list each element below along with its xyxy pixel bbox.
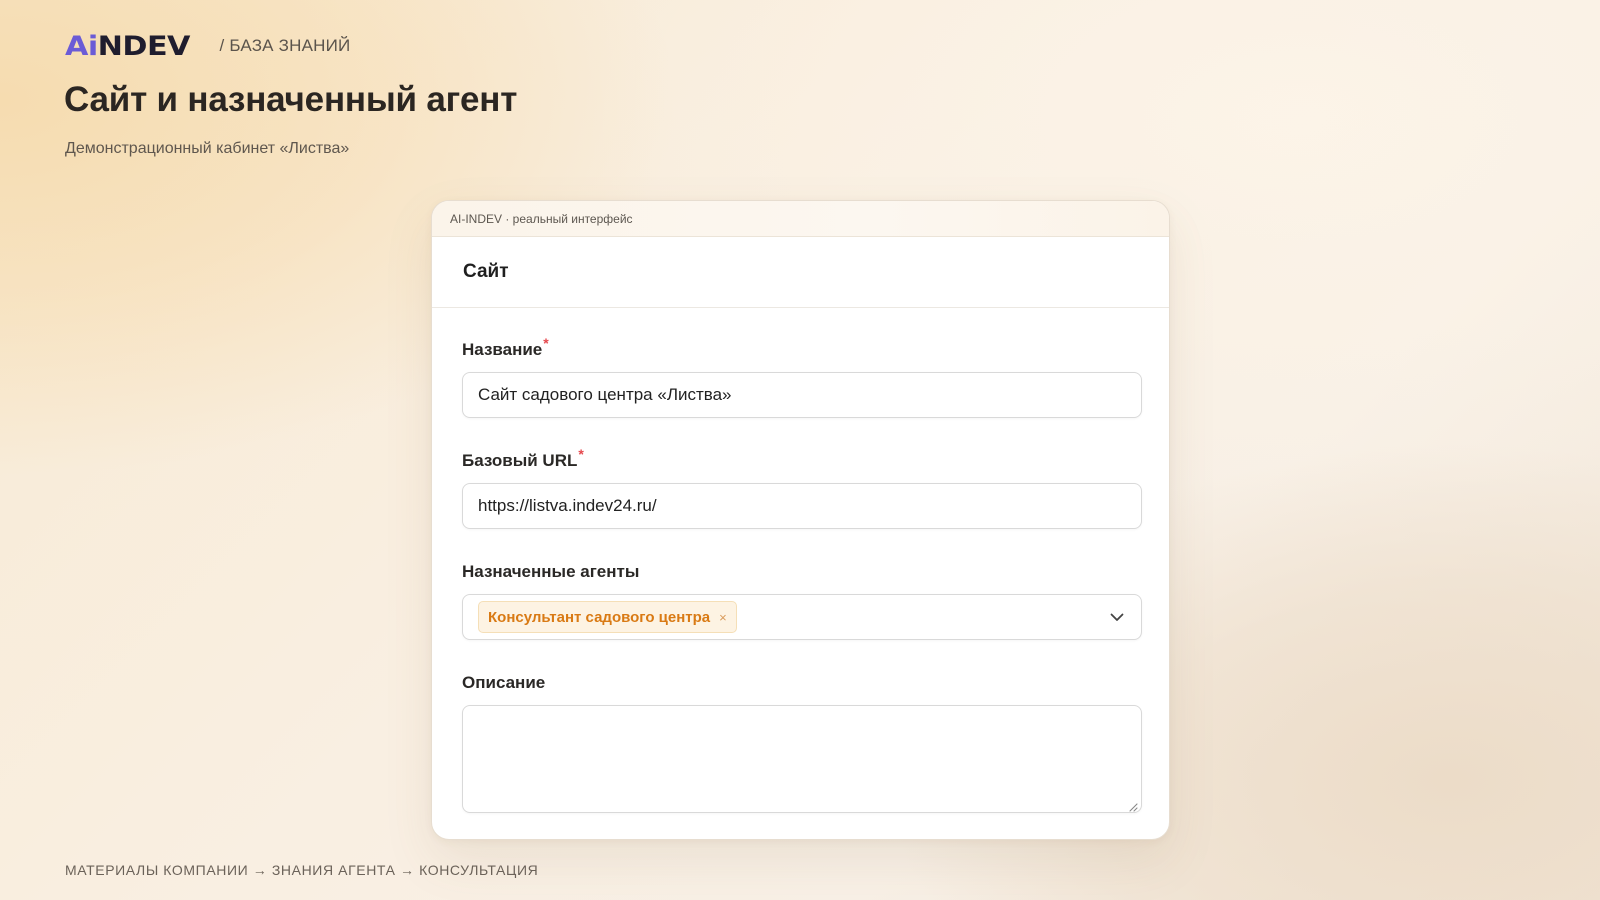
close-icon[interactable]: × [719,610,727,625]
base-url-input-value: https://listva.indev24.ru/ [478,496,657,515]
chevron-down-icon[interactable] [1107,607,1127,627]
logo-name-part: NDEV [97,30,191,62]
panel-header: Сайт [432,237,1169,308]
agent-tag-label: Консультант садового центра [488,608,711,626]
description-textarea[interactable] [462,705,1142,813]
panel-title: Сайт [463,261,509,282]
name-field-group: Название * Сайт садового центра «Листва» [462,336,1142,418]
site-form: Название * Сайт садового центра «Листва» … [432,336,1169,813]
name-label: Название * [462,336,1142,360]
frame-caption: AI-INDEV · реальный интерфейс [450,211,633,226]
base-url-input[interactable]: https://listva.indev24.ru/ [462,483,1142,529]
page-subtitle: Демонстрационный кабинет «Листва» [65,140,350,157]
aindev-logo[interactable]: Ai NDEV [65,33,190,60]
page-title: Сайт и назначенный агент [64,80,518,119]
required-mark: * [578,446,584,462]
agents-field-group: Назначенные агенты Консультант садового … [462,562,1142,640]
url-field-group: Базовый URL * https://listva.indev24.ru/ [462,447,1142,529]
url-label: Базовый URL * [462,447,1142,471]
frame-caption-bar: AI-INDEV · реальный интерфейс [432,201,1169,237]
brand-header: Ai NDEV / БАЗА ЗНАНИЙ [65,33,351,60]
name-input[interactable]: Сайт садового центра «Листва» [462,372,1142,418]
required-mark: * [543,335,549,351]
description-field-group: Описание [462,673,1142,813]
agents-multiselect[interactable]: Консультант садового центра × [462,594,1142,640]
agents-label-text: Назначенные агенты [462,562,640,581]
logo-ai-part: Ai [65,30,98,62]
name-label-text: Название [462,340,543,359]
agent-tag: Консультант садового центра × [478,601,737,633]
resize-handle-icon[interactable] [1128,799,1138,812]
footer-breadcrumb: МАТЕРИАЛЫ КОМПАНИИ → ЗНАНИЯ АГЕНТА → КОН… [65,862,539,878]
section-breadcrumb: / БАЗА ЗНАНИЙ [219,36,351,55]
description-label-text: Описание [462,673,546,692]
url-label-text: Базовый URL [462,451,578,470]
interface-frame: AI-INDEV · реальный интерфейс Сайт Назва… [431,200,1170,840]
description-label: Описание [462,673,1142,693]
agents-label: Назначенные агенты [462,562,1142,582]
name-input-value: Сайт садового центра «Листва» [478,385,732,404]
